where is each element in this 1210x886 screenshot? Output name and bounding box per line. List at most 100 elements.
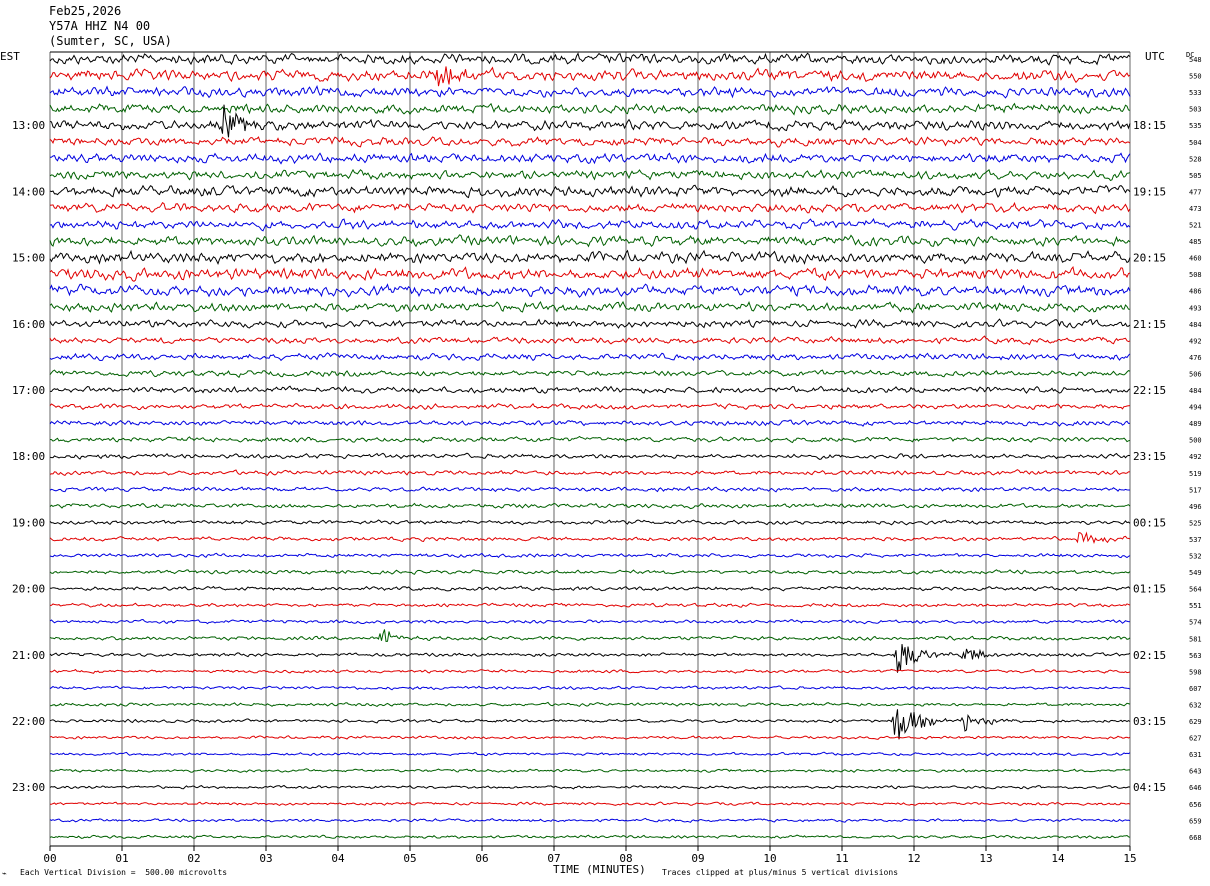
- dc-offset-label: 503: [1189, 106, 1202, 114]
- seismic-trace: [50, 751, 1131, 757]
- seismic-trace: [49, 602, 1131, 608]
- seismic-trace: [49, 385, 1131, 394]
- seismic-trace: [49, 335, 1131, 346]
- dc-offset-label: 476: [1189, 354, 1202, 362]
- seismic-trace: [49, 104, 1131, 138]
- dc-offset-label: 668: [1189, 834, 1202, 842]
- x-tick-label: 09: [691, 852, 704, 865]
- dc-offset-label: 492: [1189, 453, 1202, 461]
- x-tick-label: 13: [979, 852, 992, 865]
- dc-offset-label: 532: [1189, 553, 1202, 561]
- seismic-trace: [49, 486, 1130, 493]
- seismic-trace: [49, 201, 1131, 215]
- utc-hour-label: 23:15: [1133, 450, 1166, 463]
- utc-hour-label: 00:15: [1133, 516, 1166, 529]
- dc-offset-label: 485: [1189, 238, 1202, 246]
- seismic-trace: [49, 352, 1131, 362]
- dc-offset-label: 646: [1189, 784, 1202, 792]
- utc-hour-label: 03:15: [1133, 715, 1166, 728]
- seismic-trace: [49, 452, 1131, 460]
- utc-hour-label: 02:15: [1133, 649, 1166, 662]
- seismic-trace: [49, 801, 1131, 806]
- seismic-trace: [49, 701, 1131, 707]
- utc-hour-label: 19:15: [1133, 185, 1166, 198]
- seismic-trace: [49, 435, 1131, 444]
- dc-offset-label: 486: [1189, 288, 1202, 296]
- dc-offset-label: 551: [1189, 602, 1202, 610]
- dc-offset-label: 574: [1189, 619, 1202, 627]
- dc-offset-label: 508: [1189, 271, 1202, 279]
- dc-offset-label: 564: [1189, 586, 1202, 594]
- est-hour-label: 18:00: [12, 450, 45, 463]
- utc-axis-label: UTC: [1145, 50, 1165, 63]
- x-tick-label: 05: [403, 852, 416, 865]
- est-hour-label: 21:00: [12, 649, 45, 662]
- x-tick-label: 14: [1051, 852, 1065, 865]
- dc-offset-label: 484: [1189, 387, 1202, 395]
- seismic-trace: [49, 585, 1131, 592]
- seismic-trace: [49, 519, 1131, 526]
- dc-offset-label: 549: [1189, 569, 1202, 577]
- dc-offset-label: 496: [1189, 503, 1202, 511]
- dc-offset-label: 629: [1189, 718, 1202, 726]
- clip-note: Traces clipped at plus/minus 5 vertical …: [662, 868, 899, 877]
- dc-offset-label: 521: [1189, 222, 1202, 230]
- utc-hour-label: 22:15: [1133, 384, 1166, 397]
- seismic-trace: [49, 85, 1131, 99]
- seismic-trace: [49, 52, 1131, 66]
- dc-offset-label: 607: [1189, 685, 1202, 693]
- dc-offset-label: 563: [1189, 652, 1202, 660]
- grid-lines: [49, 51, 1131, 851]
- scale-icon: ⌁: [2, 869, 7, 878]
- dc-offset-label: 643: [1189, 768, 1202, 776]
- est-hour-label: 16:00: [12, 318, 45, 331]
- seismic-trace: [49, 318, 1131, 329]
- seismic-trace: [49, 668, 1131, 674]
- scale-note: Each Vertical Division = 500.00 microvol…: [20, 868, 228, 877]
- seismic-trace: [49, 102, 1131, 116]
- dc-offset-label: 473: [1189, 205, 1202, 213]
- x-tick-label: 15: [1123, 852, 1136, 865]
- dc-offset-label: 581: [1189, 635, 1202, 643]
- seismic-trace: [49, 283, 1131, 298]
- dc-offset-label: 656: [1189, 801, 1202, 809]
- est-axis-label: EST: [0, 50, 20, 63]
- est-hour-label: 14:00: [12, 185, 45, 198]
- dc-offset-label: 519: [1189, 470, 1202, 478]
- x-tick-label: 11: [835, 852, 848, 865]
- seismic-trace: [49, 784, 1131, 790]
- dc-offset-label: 506: [1189, 370, 1202, 378]
- seismic-trace: [49, 629, 1131, 643]
- seismic-trace: [49, 569, 1131, 575]
- trace-group: [49, 52, 1131, 840]
- x-tick-label: 03: [259, 852, 272, 865]
- x-tick-label: 10: [763, 852, 776, 865]
- dc-offset-label: 500: [1189, 437, 1202, 445]
- seismic-trace: [49, 265, 1131, 282]
- utc-hour-label: 04:15: [1133, 781, 1166, 794]
- dc-offset-label: 632: [1189, 701, 1202, 709]
- axis-labels: 00 01 02 03 04 05 06 07 08 09 10 11 12 13 14 15 548 550 53…: [12, 56, 1202, 865]
- seismic-trace: [49, 66, 1131, 87]
- x-tick-label: 00: [43, 852, 56, 865]
- x-tick-label: 06: [475, 852, 488, 865]
- seismic-trace: [49, 469, 1131, 477]
- dc-offset-label: 631: [1189, 751, 1202, 759]
- seismic-trace: [49, 834, 1131, 840]
- seismic-trace: [49, 618, 1131, 625]
- est-hour-label: 15:00: [12, 252, 45, 265]
- x-tick-label: 02: [187, 852, 200, 865]
- dc-offset-label: 537: [1189, 536, 1202, 544]
- seismic-trace: [49, 552, 1131, 559]
- dc-offset-label: 528: [1189, 155, 1202, 163]
- seismic-trace: [49, 735, 1131, 740]
- seismic-trace: [49, 168, 1131, 182]
- x-tick-label: 01: [115, 852, 128, 865]
- utc-hour-label: 01:15: [1133, 583, 1166, 596]
- dc-offset-label: 548: [1189, 56, 1202, 64]
- dc-offset-label: 517: [1189, 486, 1202, 494]
- dc-offset-label: 484: [1189, 321, 1202, 329]
- x-tick-label: 12: [907, 852, 920, 865]
- seismic-trace: [49, 768, 1130, 773]
- seismic-trace: [49, 685, 1131, 691]
